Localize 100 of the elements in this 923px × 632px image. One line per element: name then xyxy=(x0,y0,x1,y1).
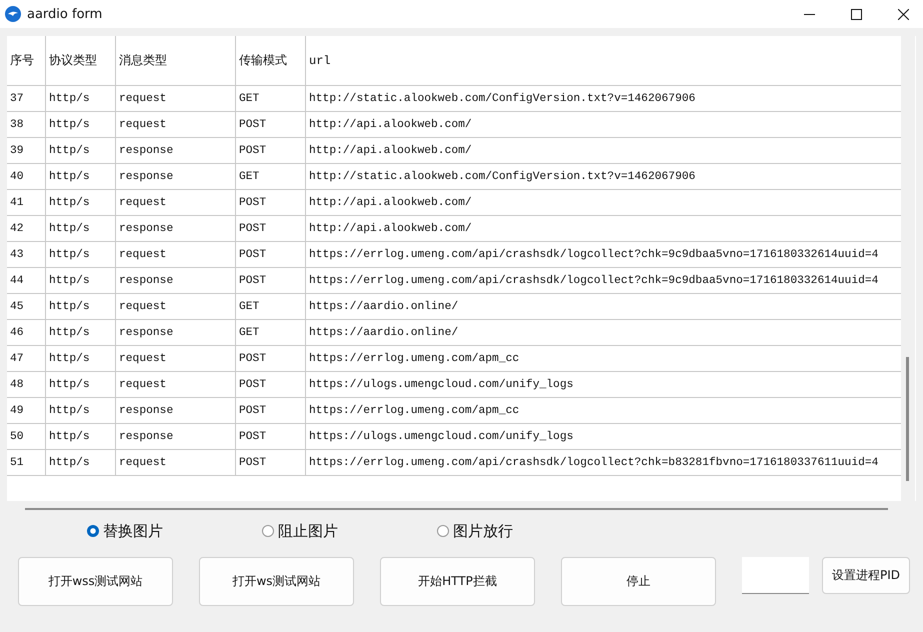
table-cell: http/s xyxy=(46,398,116,423)
table-cell-text: https://errlog.umeng.com/api/crashsdk/logcollect?chk=9c9dbaa5vno=1716180332614uuid=4 xyxy=(308,274,880,288)
table-cell: response xyxy=(116,164,236,189)
table-cell: 49 xyxy=(7,398,46,423)
table-cell: request xyxy=(116,86,236,111)
table-cell-text: http://api.alookweb.com/ xyxy=(308,222,473,236)
table-cell: request xyxy=(116,242,236,267)
table-cell-text: https://errlog.umeng.com/api/crashsdk/logcollect?chk=b83281fbvno=1716180337611uuid=4 xyxy=(308,456,880,470)
table-cell: POST xyxy=(236,424,306,449)
table-cell: http/s xyxy=(46,450,116,475)
column-header[interactable]: 消息类型 xyxy=(116,36,236,85)
table-cell-text: https://aardio.online/ xyxy=(308,326,460,340)
table-cell: http/s xyxy=(46,112,116,137)
window-title: aardio form xyxy=(27,6,102,22)
table-cell: 41 xyxy=(7,190,46,215)
table-cell: response xyxy=(116,216,236,241)
table-cell: POST xyxy=(236,190,306,215)
table-cell-text: https://errlog.umeng.com/api/crashsdk/logcollect?chk=9c9dbaa5vno=1716180332614uuid=4 xyxy=(308,248,880,262)
table-cell: http/s xyxy=(46,346,116,371)
action-button[interactable]: 停止 xyxy=(561,557,716,606)
table-cell: POST xyxy=(236,216,306,241)
action-button[interactable]: 打开ws测试网站 xyxy=(199,557,354,606)
scrollbar-thumb[interactable] xyxy=(906,357,909,481)
set-pid-button[interactable]: 设置进程PID xyxy=(822,557,910,594)
pid-input-field[interactable] xyxy=(742,557,809,594)
table-cell: http/s xyxy=(46,268,116,293)
radio-option[interactable]: 阻止图片 xyxy=(262,522,437,540)
table-cell: GET xyxy=(236,164,306,189)
table-cell: request xyxy=(116,112,236,137)
table-cell: 38 xyxy=(7,112,46,137)
table-cell: http/s xyxy=(46,138,116,163)
column-header[interactable]: 协议类型 xyxy=(46,36,116,85)
table-cell: http/s xyxy=(46,424,116,449)
table-cell: request xyxy=(116,346,236,371)
table-cell: response xyxy=(116,268,236,293)
radio-icon[interactable] xyxy=(87,525,99,537)
table-cell: POST xyxy=(236,450,306,475)
maximize-icon[interactable] xyxy=(851,8,862,20)
radio-label: 阻止图片 xyxy=(278,522,338,540)
table-cell: http/s xyxy=(46,294,116,319)
table-cell: response xyxy=(116,320,236,345)
table-cell: response xyxy=(116,398,236,423)
table-cell: POST xyxy=(236,346,306,371)
action-button[interactable]: 打开wss测试网站 xyxy=(18,557,173,606)
table-cell-text: https://errlog.umeng.com/apm_cc xyxy=(308,404,520,418)
radio-icon[interactable] xyxy=(437,525,449,537)
table-cell: 42 xyxy=(7,216,46,241)
table-cell: request xyxy=(116,190,236,215)
table-cell: http/s xyxy=(46,164,116,189)
table-cell: POST xyxy=(236,398,306,423)
table-cell: 43 xyxy=(7,242,46,267)
table-cell: 37 xyxy=(7,86,46,111)
table-cell: response xyxy=(116,424,236,449)
radio-label: 图片放行 xyxy=(453,522,513,540)
table-cell: 48 xyxy=(7,372,46,397)
table-cell-text: http://static.alookweb.com/ConfigVersion.txt?v=1462067906 xyxy=(308,170,696,184)
table-cell-text: http://api.alookweb.com/ xyxy=(308,196,473,210)
column-header[interactable]: 传输模式 xyxy=(236,36,306,85)
table-cell: GET xyxy=(236,320,306,345)
table-cell: http/s xyxy=(46,86,116,111)
table-cell-text: http://api.alookweb.com/ xyxy=(308,118,473,132)
table-cell: http/s xyxy=(46,372,116,397)
table-cell: GET xyxy=(236,86,306,111)
table-cell-text: https://ulogs.umengcloud.com/unify_logs xyxy=(308,430,574,444)
table-cell: request xyxy=(116,294,236,319)
table-cell: 50 xyxy=(7,424,46,449)
table-cell: POST xyxy=(236,112,306,137)
table-cell-text: https://aardio.online/ xyxy=(308,300,460,314)
close-icon[interactable] xyxy=(898,8,909,20)
table-cell: 51 xyxy=(7,450,46,475)
table-cell: 44 xyxy=(7,268,46,293)
column-header[interactable]: 序号 xyxy=(7,36,46,85)
app-logo-icon xyxy=(5,6,21,22)
table-cell: http/s xyxy=(46,320,116,345)
table-cell-text: http://static.alookweb.com/ConfigVersion.txt?v=1462067906 xyxy=(308,92,696,106)
table-cell: request xyxy=(116,450,236,475)
table-cell: response xyxy=(116,138,236,163)
table-cell-text: https://errlog.umeng.com/apm_cc xyxy=(308,352,520,366)
table-cell: http/s xyxy=(46,216,116,241)
table-cell: http/s xyxy=(46,190,116,215)
table-cell: POST xyxy=(236,268,306,293)
table-cell: 39 xyxy=(7,138,46,163)
radio-option[interactable]: 替换图片 xyxy=(87,522,262,540)
radio-label: 替换图片 xyxy=(103,522,163,540)
table-cell: http/s xyxy=(46,242,116,267)
table-cell: request xyxy=(116,372,236,397)
column-header[interactable]: url xyxy=(306,36,901,85)
action-button[interactable]: 开始HTTP拦截 xyxy=(380,557,535,606)
table-cell: POST xyxy=(236,138,306,163)
radio-option[interactable]: 图片放行 xyxy=(437,522,612,540)
table-cell: 45 xyxy=(7,294,46,319)
table-cell-text: http://api.alookweb.com/ xyxy=(308,144,473,158)
table-cell: POST xyxy=(236,242,306,267)
table-cell-text: https://ulogs.umengcloud.com/unify_logs xyxy=(308,378,574,392)
table-cell: 40 xyxy=(7,164,46,189)
radio-icon[interactable] xyxy=(262,525,274,537)
table-cell: 47 xyxy=(7,346,46,371)
table-cell: POST xyxy=(236,372,306,397)
table-cell: GET xyxy=(236,294,306,319)
table-cell: 46 xyxy=(7,320,46,345)
